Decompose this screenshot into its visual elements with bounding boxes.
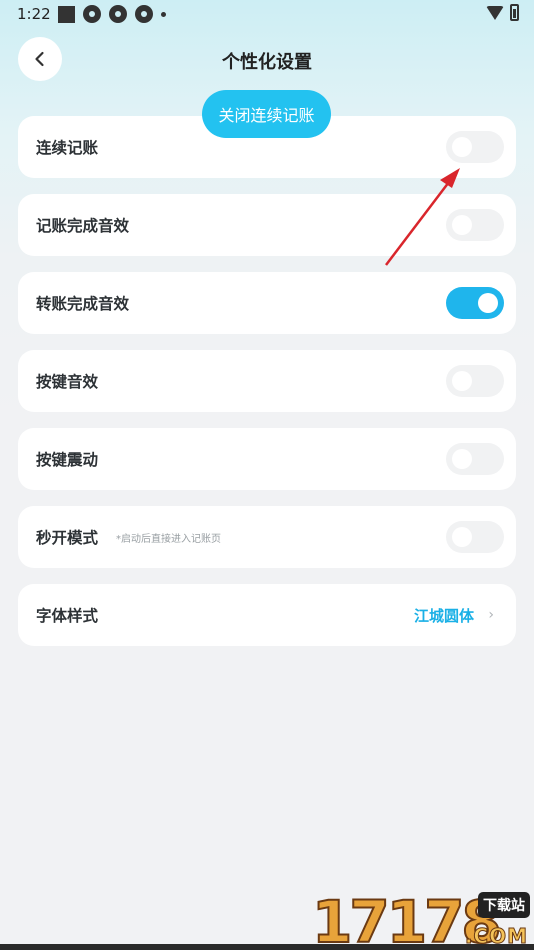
fan-notification-icon [83, 5, 101, 23]
font-style-value: 江城圆体 [413, 606, 474, 625]
fan-notification-icon [135, 5, 153, 23]
key-sound-toggle[interactable] [446, 365, 504, 397]
toggle-knob [452, 449, 472, 469]
setting-label: 按键震动 [36, 451, 99, 469]
setting-label: 连续记账 [36, 139, 99, 157]
toggle-knob [452, 371, 472, 391]
setting-hint: *启动后直接进入记账页 [116, 533, 222, 545]
continuous-bookkeeping-toggle[interactable] [446, 131, 504, 163]
setting-label: 按键音效 [36, 373, 99, 391]
toggle-knob [452, 527, 472, 547]
setting-label: 秒开模式 [36, 529, 99, 547]
setting-quick-open: 秒开模式 *启动后直接进入记账页 [18, 506, 516, 568]
bookkeeping-sound-toggle[interactable] [446, 209, 504, 241]
setting-label: 字体样式 [36, 607, 99, 625]
toggle-knob [478, 293, 498, 313]
setting-font-style[interactable]: 字体样式 江城圆体 › [18, 584, 516, 646]
page-title: 个性化设置 [222, 52, 312, 73]
setting-transfer-sound: 转账完成音效 [18, 272, 516, 334]
transfer-sound-toggle[interactable] [446, 287, 504, 319]
battery-icon [510, 4, 519, 21]
system-icons [486, 4, 519, 21]
toggle-knob [452, 137, 472, 157]
quick-open-toggle[interactable] [446, 521, 504, 553]
setting-key-sound: 按键音效 [18, 350, 516, 412]
status-time: 1:22 [17, 5, 51, 23]
setting-bookkeeping-sound: 记账完成音效 [18, 194, 516, 256]
app-notification-icon [58, 5, 75, 23]
key-vibration-toggle[interactable] [446, 443, 504, 475]
status-bar: 1:22 [0, 0, 534, 28]
chevron-right-icon: › [488, 607, 494, 623]
toggle-knob [452, 215, 472, 235]
setting-label: 转账完成音效 [36, 295, 130, 313]
setting-key-vibration: 按键震动 [18, 428, 516, 490]
tooltip-close-continuous: 关闭连续记账 [202, 90, 331, 138]
navigation-bar [0, 944, 534, 950]
notification-icons [58, 5, 166, 23]
watermark-logo: 17178 下载站 .COM [311, 887, 534, 950]
watermark-tag: 下载站 [478, 892, 530, 918]
more-notifications-icon [161, 11, 166, 17]
setting-label: 记账完成音效 [36, 217, 130, 235]
fan-notification-icon [109, 5, 127, 23]
wifi-icon [486, 5, 504, 20]
